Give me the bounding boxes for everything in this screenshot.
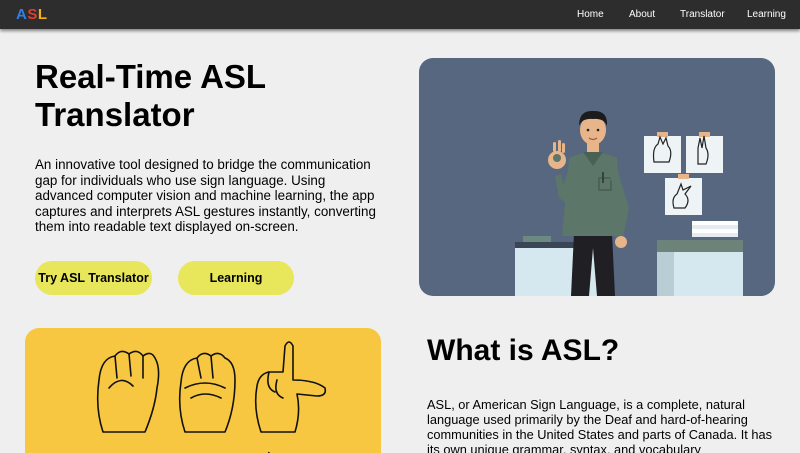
nav-link-about[interactable]: About xyxy=(629,9,655,21)
sign-card-1 xyxy=(644,132,681,173)
logo-letter-a: A xyxy=(16,6,28,23)
try-translator-button[interactable]: Try ASL Translator xyxy=(35,261,152,295)
sign-card-3 xyxy=(665,174,702,215)
learning-button[interactable]: Learning xyxy=(178,261,294,295)
navbar: ASL Home About Translator Learning xyxy=(0,0,800,29)
logo[interactable]: ASL xyxy=(16,7,48,23)
hand-sign-s-icon xyxy=(178,352,236,433)
nav-link-home[interactable]: Home xyxy=(577,9,604,21)
logo-letter-l: L xyxy=(37,6,48,23)
asl-hands-illustration xyxy=(96,341,327,453)
nav-link-learning[interactable]: Learning xyxy=(747,9,786,21)
hero-description: An innovative tool designed to bridge th… xyxy=(35,157,376,234)
asl-letters-card xyxy=(25,328,381,453)
hand-sign-a-icon xyxy=(96,350,160,433)
hero-illustration xyxy=(419,58,775,296)
what-is-asl-description: ASL, or American Sign Language, is a com… xyxy=(427,397,772,453)
sign-card-2 xyxy=(686,132,723,173)
man-signing-illustration xyxy=(515,110,743,296)
hero-title: Real-Time ASL Translator xyxy=(35,58,266,133)
what-is-asl-title: What is ASL? xyxy=(427,334,620,367)
logo-letter-s: S xyxy=(27,6,38,23)
hand-sign-l-icon xyxy=(254,341,327,433)
nav-link-translator[interactable]: Translator xyxy=(680,9,725,21)
